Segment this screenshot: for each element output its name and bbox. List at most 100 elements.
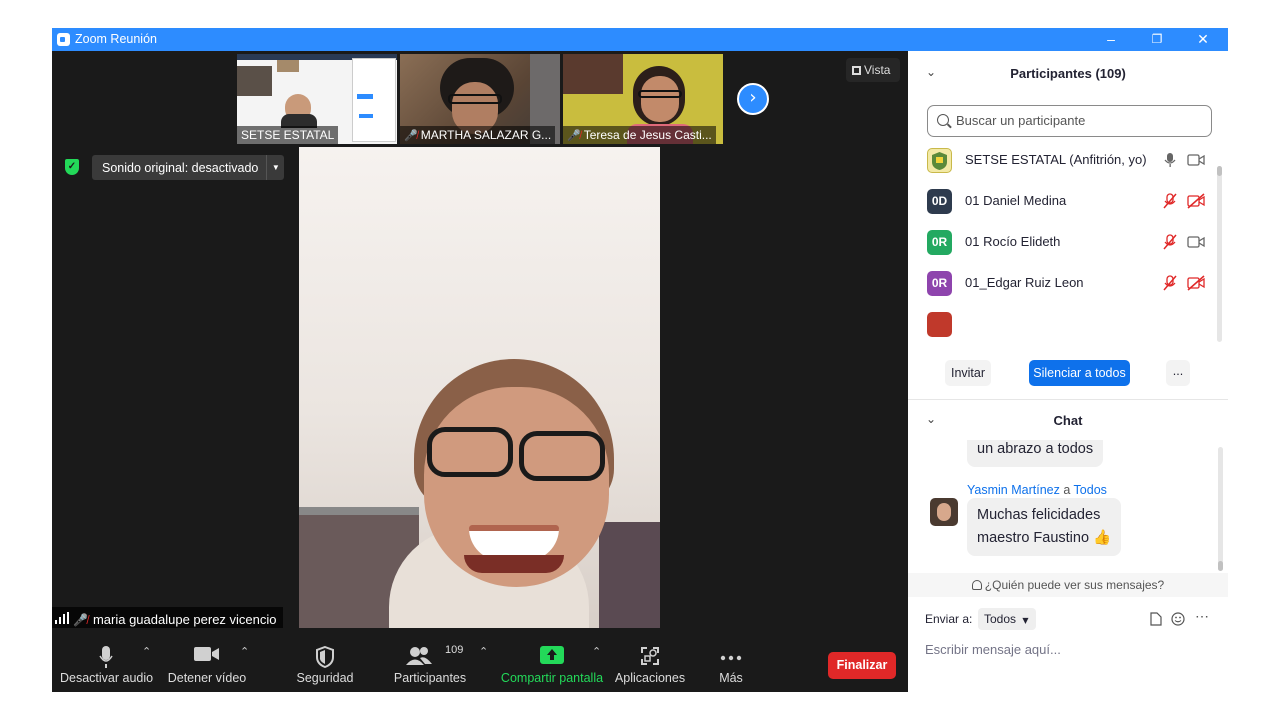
side-panel: ⌄ Participantes (109) Buscar un particip…: [908, 51, 1228, 692]
mic-muted-icon[interactable]: [1163, 234, 1177, 250]
invite-button[interactable]: Invitar: [945, 360, 991, 386]
participant-row[interactable]: [908, 304, 1220, 345]
emoji-icon[interactable]: [1171, 612, 1185, 626]
mute-audio-button[interactable]: Desactivar audio: [60, 628, 154, 692]
video-camera-icon[interactable]: [1187, 152, 1205, 168]
send-to-label: Enviar a:: [925, 612, 973, 626]
video-area: SETSE ESTATAL 🎤̸ MARTHA SALAZAR G... 🎤̸ Te…: [52, 51, 908, 629]
window-title: Zoom Reunión: [75, 32, 157, 46]
participants-header: ⌄ Participantes (109): [908, 51, 1228, 97]
apps-label: Aplicaciones: [614, 671, 686, 685]
stop-video-button[interactable]: Detener vídeo: [166, 628, 248, 692]
restore-button[interactable]: ❐: [1134, 28, 1180, 51]
active-speaker-video: [299, 147, 660, 628]
search-placeholder: Buscar un participante: [956, 113, 1086, 128]
chat-message-bubble: un abrazo a todos: [967, 440, 1104, 467]
participant-thumbnail[interactable]: 🎤̸ MARTHA SALAZAR G...: [400, 54, 560, 144]
avatar: [930, 498, 958, 526]
mic-muted-icon[interactable]: [1163, 193, 1177, 209]
next-page-button[interactable]: ›: [737, 83, 769, 115]
sender-name[interactable]: Yasmin Martínez: [967, 483, 1060, 497]
avatar: 0R: [927, 230, 952, 255]
sender-connector: a: [1063, 483, 1071, 497]
participant-name: SETSE ESTATAL (Anfitrión, yo): [965, 152, 1147, 167]
mic-muted-icon[interactable]: [1163, 275, 1177, 291]
participants-count: 109: [445, 644, 464, 656]
video-options-caret[interactable]: ⌃: [240, 645, 249, 658]
encryption-shield-icon[interactable]: ✓: [65, 159, 79, 175]
more-button[interactable]: Más: [708, 628, 754, 692]
video-off-icon[interactable]: [1187, 275, 1205, 291]
avatar: [927, 312, 952, 337]
divider: [908, 399, 1228, 400]
participant-search-input[interactable]: Buscar un participante: [927, 105, 1212, 137]
participants-button[interactable]: 109 Participantes: [392, 628, 468, 692]
recipient-select[interactable]: Todos ▼: [978, 608, 1036, 630]
participant-name: 01_Edgar Ruiz Leon: [965, 275, 1084, 290]
participant-actions: Invitar Silenciar a todos ...: [908, 360, 1228, 388]
participants-options-caret[interactable]: ⌃: [479, 645, 488, 658]
grid-icon: [852, 66, 861, 75]
view-label: Vista: [864, 63, 891, 77]
speaker-name: maria guadalupe perez vicencio: [92, 612, 277, 627]
audio-options-caret[interactable]: ⌃: [142, 645, 151, 658]
view-button[interactable]: Vista: [846, 58, 900, 82]
chat-message-input[interactable]: Escribir mensaje aquí...: [925, 642, 1061, 657]
thumbnail-name: MARTHA SALAZAR G...: [420, 128, 552, 142]
minimize-button[interactable]: –: [1088, 28, 1134, 51]
message-line: Muchas felicidades: [977, 507, 1101, 523]
signal-strength-icon: [55, 612, 69, 627]
participant-list: SETSE ESTATAL (Anfitrión, yo) 0D 01 Dani…: [908, 140, 1220, 348]
original-sound-label: Sonido original: desactivado: [102, 160, 259, 175]
close-button[interactable]: ✕: [1180, 28, 1226, 51]
microphone-icon[interactable]: [1163, 152, 1177, 168]
video-off-icon[interactable]: [1187, 193, 1205, 209]
who-can-see-link[interactable]: ¿Quién puede ver sus mensajes?: [908, 573, 1228, 597]
video-camera-icon: [194, 646, 220, 665]
participant-row[interactable]: 0R 01_Edgar Ruiz Leon: [908, 263, 1220, 304]
video-camera-icon[interactable]: [1187, 234, 1205, 250]
participant-row[interactable]: 0D 01 Daniel Medina: [908, 181, 1220, 222]
participants-scrollbar[interactable]: [1217, 166, 1222, 342]
participant-thumbnail[interactable]: 🎤̸ Teresa de Jesus Casti...: [563, 54, 723, 144]
mute-all-button[interactable]: Silenciar a todos: [1029, 360, 1130, 386]
file-icon[interactable]: [1150, 612, 1162, 626]
caret-down-icon[interactable]: ▼: [266, 155, 284, 180]
apps-button[interactable]: Aplicaciones: [614, 628, 686, 692]
avatar: [927, 148, 952, 173]
avatar: 0D: [927, 189, 952, 214]
more-options-button[interactable]: ...: [1166, 360, 1190, 386]
participant-row[interactable]: 0R 01 Rocío Elideth: [908, 222, 1220, 263]
recipient-name[interactable]: Todos: [1074, 483, 1107, 497]
who-sees-label: ¿Quién puede ver sus mensajes?: [984, 578, 1165, 592]
message-line: maestro Faustino 👍: [977, 530, 1112, 546]
apps-icon: [640, 646, 660, 669]
thumbnail-name: SETSE ESTATAL: [241, 128, 335, 142]
title-bar: Zoom Reunión – ❐ ✕: [52, 28, 1228, 51]
meeting-toolbar: Desactivar audio ⌃ Detener vídeo ⌃ Segur…: [52, 628, 908, 692]
shield-icon: [316, 645, 334, 671]
participants-icon: [406, 646, 433, 669]
video-label: Detener vídeo: [167, 671, 247, 685]
end-meeting-button[interactable]: Finalizar: [828, 652, 896, 679]
share-screen-button[interactable]: Compartir pantalla: [500, 628, 604, 692]
search-icon: [937, 114, 949, 126]
chat-title: Chat: [1053, 413, 1083, 428]
chat-message-bubble: Muchas felicidades maestro Faustino 👍: [967, 498, 1122, 556]
participants-label: Participantes: [393, 671, 467, 685]
send-to-row: Enviar a: Todos ▼ ⋯: [925, 607, 1215, 631]
mic-muted-icon: 🎤̸: [567, 130, 581, 142]
security-button[interactable]: Seguridad: [292, 628, 358, 692]
participant-thumbnail[interactable]: SETSE ESTATAL: [237, 54, 397, 144]
zoom-window: Zoom Reunión – ❐ ✕ SETSE ESTATAL 🎤̸ MARTH…: [52, 28, 1228, 692]
more-dots-icon[interactable]: ⋯: [1195, 608, 1209, 625]
participant-row[interactable]: SETSE ESTATAL (Anfitrión, yo): [908, 140, 1220, 181]
chat-scrollbar[interactable]: [1218, 447, 1223, 571]
mic-muted-icon: 🎤̸: [404, 130, 418, 142]
original-sound-toggle[interactable]: Sonido original: desactivado ▼: [92, 155, 285, 180]
audio-label: Desactivar audio: [60, 671, 154, 685]
active-speaker-name-tag: 🎤̸ maria guadalupe perez vicencio: [52, 607, 283, 629]
avatar: 0R: [927, 271, 952, 296]
share-options-caret[interactable]: ⌃: [592, 645, 601, 658]
chat-messages: un abrazo a todos Yasmin Martínez a Todo…: [908, 440, 1228, 572]
